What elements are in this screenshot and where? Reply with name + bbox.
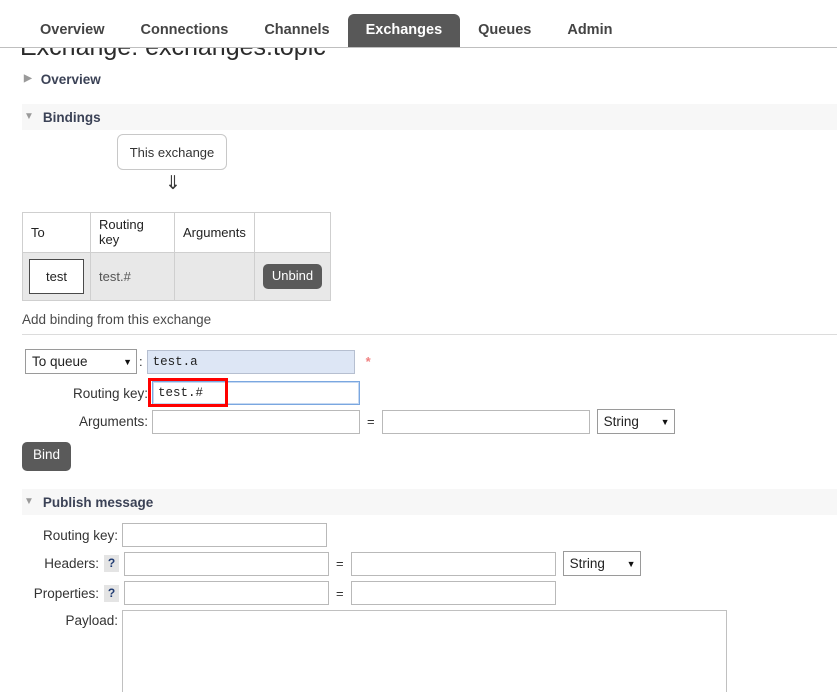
cell-routing-key: test.#	[90, 252, 175, 301]
publish-routing-key-row: Routing key:	[25, 523, 327, 547]
table-row: test test.# Unbind	[22, 252, 332, 301]
publish-payload-row: Payload:	[25, 610, 727, 692]
routing-key-label: Routing key:	[72, 385, 148, 401]
publish-properties-row: Properties: ? =	[25, 581, 556, 605]
publish-headers-type-value: String	[569, 556, 605, 571]
section-header-publish-message[interactable]: ▼ Publish message	[22, 489, 837, 515]
nav-tab-overview[interactable]: Overview	[22, 14, 123, 48]
publish-routing-key-label: Routing key:	[42, 527, 118, 543]
publish-properties-label: Properties:	[33, 585, 99, 601]
exchange-detail-page: Exchange: exchanges.topic Overview Conne…	[0, 0, 837, 692]
publish-headers-value-input[interactable]	[350, 551, 556, 576]
publish-properties-value-input[interactable]	[350, 581, 556, 605]
column-header-action	[253, 212, 332, 253]
help-icon-properties[interactable]: ?	[104, 584, 119, 602]
bindings-table: To Routing key Arguments test test.# Unb…	[22, 212, 332, 301]
divider-add-binding	[22, 334, 837, 335]
arguments-type-select[interactable]: String ▼	[596, 409, 675, 434]
cell-action: Unbind	[253, 252, 332, 301]
publish-headers-type-select[interactable]: String ▼	[562, 551, 641, 576]
add-binding-routing-key-row: Routing key:	[25, 381, 360, 405]
section-header-overview[interactable]: ▶ Overview	[22, 66, 837, 92]
this-exchange-label: This exchange	[129, 144, 215, 160]
add-binding-destination-row: To queue ▼ : *	[25, 349, 371, 374]
column-header-to: To	[22, 212, 91, 253]
publish-routing-key-input[interactable]	[122, 523, 327, 547]
destination-input[interactable]	[146, 349, 355, 374]
arguments-value-input[interactable]	[381, 409, 590, 434]
column-header-arguments: Arguments	[174, 212, 255, 253]
help-icon-headers[interactable]: ?	[104, 555, 119, 572]
cell-to: test	[22, 252, 91, 301]
required-asterisk: *	[365, 354, 371, 369]
queue-link-test[interactable]: test	[29, 259, 84, 294]
cell-arguments	[174, 252, 255, 301]
section-label-publish-message: Publish message	[42, 494, 154, 510]
chevron-down-icon: ▼	[626, 558, 636, 569]
publish-properties-equals: =	[336, 585, 344, 601]
arguments-key-input[interactable]	[152, 409, 360, 434]
publish-headers-equals: =	[336, 556, 344, 571]
publish-headers-key-input[interactable]	[124, 551, 329, 576]
destination-type-select[interactable]: To queue ▼	[25, 349, 137, 374]
add-binding-caption: Add binding from this exchange	[22, 312, 212, 327]
destination-type-value: To queue	[32, 354, 88, 369]
publish-payload-textarea[interactable]	[122, 610, 727, 692]
column-header-routing-key: Routing key	[90, 212, 175, 253]
chevron-down-icon: ▼	[24, 111, 34, 122]
nav-tab-channels[interactable]: Channels	[246, 14, 347, 48]
down-arrow-icon: ⇓	[165, 173, 181, 194]
publish-headers-row: Headers: ? = String ▼	[25, 551, 641, 576]
unbind-button[interactable]: Unbind	[262, 263, 323, 290]
arguments-label: Arguments:	[78, 414, 148, 429]
main-navigation: Overview Connections Channels Exchanges …	[0, 0, 837, 48]
add-binding-arguments-row: Arguments: = String ▼	[25, 409, 675, 434]
nav-tab-admin[interactable]: Admin	[549, 14, 630, 48]
nav-tab-list: Overview Connections Channels Exchanges …	[22, 9, 630, 47]
publish-properties-key-input[interactable]	[124, 581, 329, 605]
section-header-bindings[interactable]: ▼ Bindings	[22, 104, 837, 130]
nav-tab-exchanges[interactable]: Exchanges	[347, 13, 461, 47]
nav-tab-connections[interactable]: Connections	[123, 14, 247, 48]
publish-payload-label: Payload:	[65, 613, 118, 628]
chevron-down-icon: ▼	[660, 416, 670, 427]
routing-key-input[interactable]	[152, 381, 360, 405]
this-exchange-node: This exchange	[117, 134, 227, 170]
table-header-row: To Routing key Arguments	[22, 212, 332, 253]
section-label-bindings: Bindings	[42, 109, 101, 125]
chevron-down-icon: ▼	[24, 496, 34, 507]
chevron-right-icon: ▶	[24, 73, 32, 84]
section-label-overview: Overview	[40, 71, 101, 87]
arguments-equals: =	[367, 414, 375, 429]
publish-headers-label: Headers:	[44, 556, 99, 571]
destination-separator: :	[139, 354, 143, 369]
bind-button[interactable]: Bind	[22, 442, 72, 471]
chevron-down-icon: ▼	[123, 356, 132, 367]
arguments-type-value: String	[603, 414, 639, 429]
nav-tab-queues[interactable]: Queues	[460, 14, 549, 48]
